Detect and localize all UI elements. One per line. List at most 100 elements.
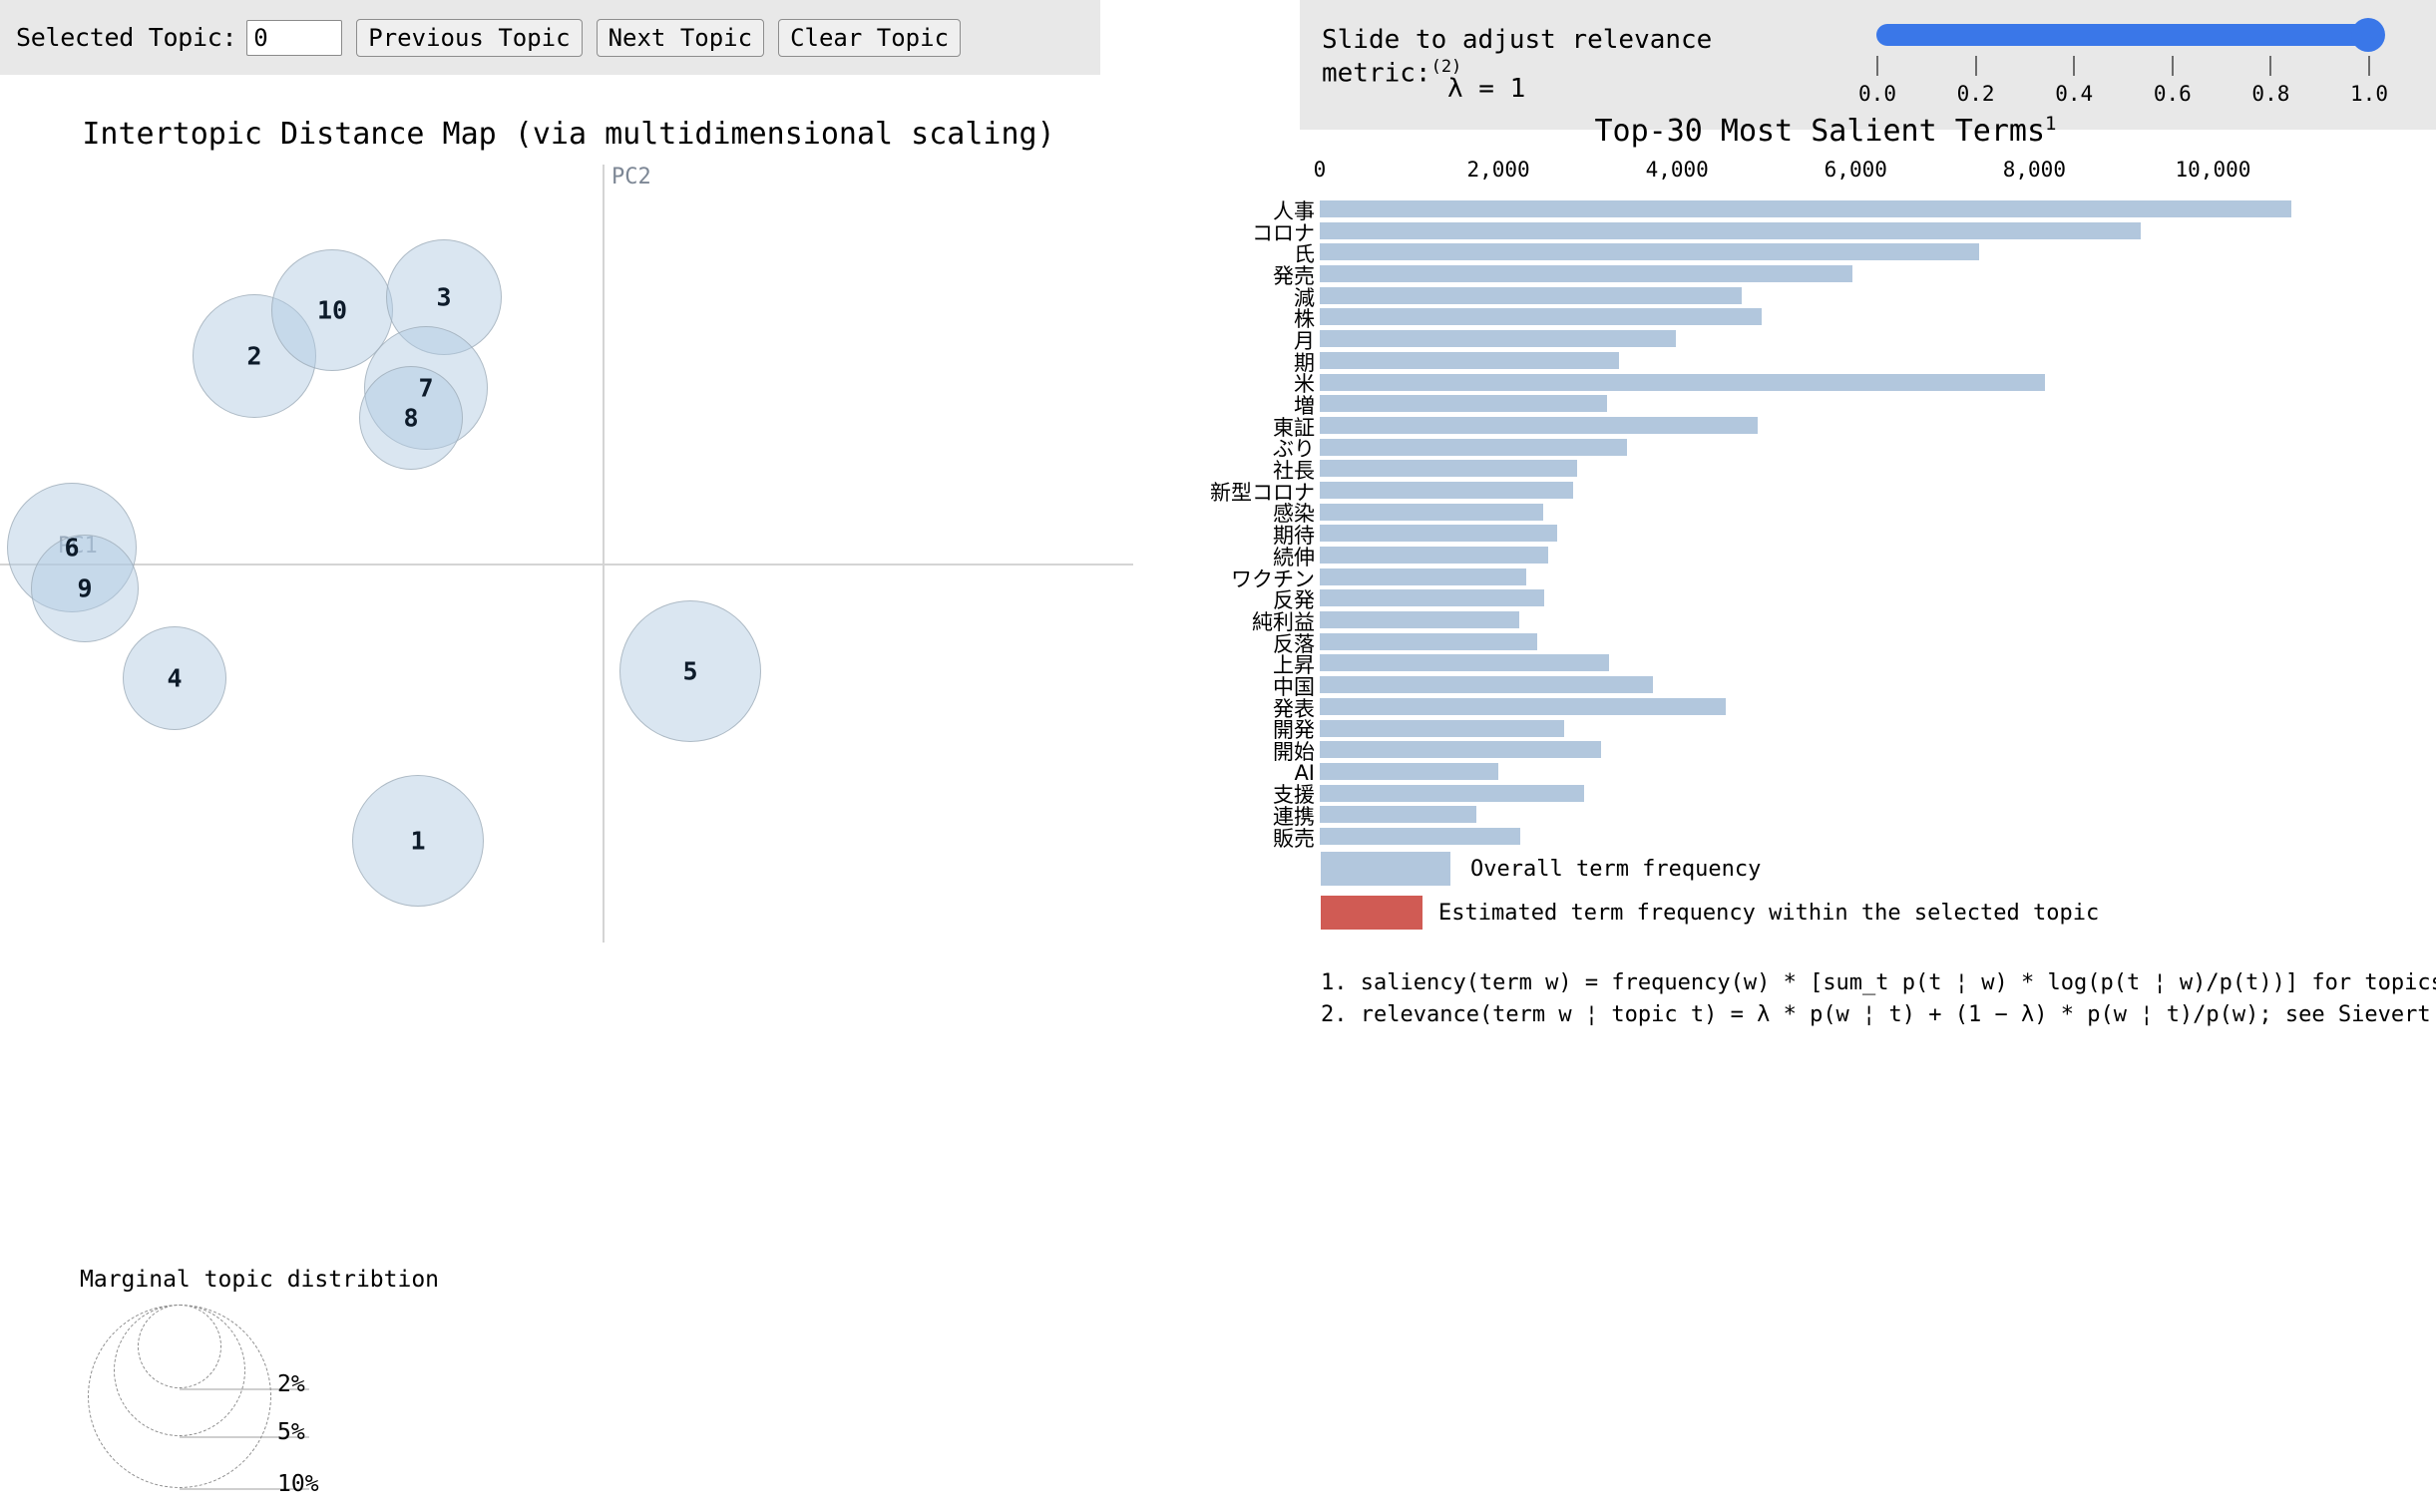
slider-handle[interactable]	[2351, 18, 2385, 52]
bar-row[interactable]: 新型コロナ	[1210, 481, 2436, 505]
bar-rect	[1320, 827, 1520, 845]
bar-rect	[1320, 676, 1653, 694]
bar-row[interactable]: 人事	[1217, 199, 2436, 223]
chart-footnotes: 1. saliency(term w) = frequency(w) * [su…	[1217, 967, 2436, 1031]
topic-bubble-label-5: 5	[682, 656, 698, 686]
legend-swatch-overall	[1321, 852, 1450, 886]
topic-bubble-label-6: 6	[64, 533, 80, 563]
slider-tick	[1876, 56, 1878, 76]
bar-row[interactable]: 減	[1217, 286, 2436, 310]
slider-tick	[2269, 56, 2272, 76]
bar-chart-rows: 人事 コロナ氏発売減株月期米増東証 ぶり 社長 新型コロナ 感染 期待 続伸 ワクチン 反発 純利益…	[1210, 199, 2436, 851]
bar-row[interactable]: 中国	[1217, 675, 2436, 699]
x-axis-tick-label: 0	[1313, 158, 1327, 182]
bar-row[interactable]: 続伸	[1217, 546, 2436, 569]
bar-rect	[1320, 589, 1544, 607]
bar-chart-title-superscript: 1	[2045, 113, 2057, 135]
bar-row[interactable]: 月	[1217, 329, 2436, 353]
bar-rect	[1320, 632, 1537, 650]
bar-rect	[1320, 265, 1852, 283]
marginal-legend-circle	[88, 1305, 271, 1488]
bar-rect	[1320, 351, 1619, 369]
bar-rect	[1320, 460, 1577, 478]
footnote-saliency: 1. saliency(term w) = frequency(w) * [su…	[1321, 970, 2436, 995]
topic-control-bar: Selected Topic: Previous Topic Next Topi…	[0, 0, 1100, 75]
bar-rect	[1320, 438, 1628, 456]
bar-row[interactable]: 上昇	[1217, 653, 2436, 677]
legend-label-selected-topic: Estimated term frequency within the sele…	[1438, 901, 2100, 926]
topic-bubble-label-8: 8	[403, 403, 419, 433]
bar-rect	[1320, 308, 1763, 326]
bar-row[interactable]: 東証	[1217, 416, 2436, 440]
bar-row[interactable]: 感染	[1217, 502, 2436, 526]
previous-topic-button[interactable]: Previous Topic	[356, 18, 583, 57]
topic-bubble-label-9: 9	[77, 573, 93, 603]
bar-chart-title-text: Top-30 Most Salient Terms	[1594, 114, 2046, 149]
bar-row[interactable]: ワクチン	[1217, 567, 2436, 591]
bar-row[interactable]: 氏	[1217, 242, 2436, 266]
legend-swatch-selected-topic	[1321, 896, 1422, 930]
bar-row[interactable]: 支援	[1217, 783, 2436, 807]
bar-row[interactable]: 反発	[1217, 588, 2436, 612]
topic-bubble-label-1: 1	[410, 826, 426, 856]
x-axis-tick-label: 10,000	[2175, 158, 2251, 182]
map-title: Intertopic Distance Map (via multidimens…	[82, 117, 1055, 152]
bar-row[interactable]: AI	[1217, 761, 2436, 785]
x-axis-tick-label: 4,000	[1645, 158, 1709, 182]
salient-terms-panel: Top-30 Most Salient Terms1 0 2,000 4,000 6,…	[1210, 95, 2436, 1512]
topic-bubble-label-4: 4	[167, 663, 183, 693]
x-axis-tick-label: 6,000	[1824, 158, 1887, 182]
pyldavis-visualization: Selected Topic: Previous Topic Next Topi…	[0, 0, 2436, 1512]
bar-rect	[1320, 762, 1499, 780]
x-axis-tick-label: 2,000	[1466, 158, 1530, 182]
pc2-axis-label: PC2	[611, 165, 651, 189]
bar-row[interactable]: 販売	[1217, 827, 2436, 851]
selected-topic-input[interactable]	[246, 19, 343, 56]
bar-chart-title: Top-30 Most Salient Terms1	[1317, 113, 2334, 149]
bar-row[interactable]: コロナ	[1217, 221, 2436, 245]
bar-rect	[1320, 481, 1574, 499]
marginal-legend-label: 2%	[277, 1371, 305, 1397]
bar-row[interactable]: 純利益	[1217, 610, 2436, 634]
bar-row[interactable]: 期	[1217, 351, 2436, 375]
bar-rect	[1320, 806, 1476, 824]
bar-row[interactable]: 米	[1217, 372, 2436, 396]
bar-row[interactable]: 開発	[1217, 718, 2436, 742]
bar-row[interactable]: 反落	[1217, 632, 2436, 656]
relevance-instruction-line2: metric:	[1322, 58, 1431, 89]
pc2-axis-line	[603, 165, 605, 943]
relevance-instruction-line1: Slide to adjust relevance	[1322, 25, 1713, 55]
slider-tick	[2171, 56, 2174, 76]
bar-rect	[1320, 697, 1726, 715]
bar-row[interactable]: 開始	[1217, 740, 2436, 764]
topic-bubble-label-2: 2	[246, 341, 262, 371]
next-topic-button[interactable]: Next Topic	[596, 18, 765, 57]
bar-row[interactable]: 社長	[1217, 459, 2436, 483]
marginal-topic-distribution-legend: Marginal topic distribtion 2% 5% 10%	[50, 1267, 469, 1512]
bar-chart-x-axis: 0 2,000 4,000 6,000 8,000 10,000	[1217, 158, 2436, 197]
bar-rect	[1320, 741, 1602, 759]
bar-rect	[1320, 330, 1677, 348]
bar-row[interactable]: 連携	[1217, 805, 2436, 829]
slider-track[interactable]	[1876, 24, 2371, 46]
bar-rect	[1320, 395, 1608, 413]
bar-row[interactable]: ぶり	[1217, 437, 2436, 461]
bar-rect	[1320, 567, 1526, 585]
bar-row[interactable]: 発売	[1217, 264, 2436, 288]
footnote-relevance: 2. relevance(term w ¦ topic t) = λ * p(w…	[1321, 1001, 2436, 1027]
bar-rect	[1320, 654, 1610, 672]
bar-rect	[1320, 525, 1558, 543]
bar-rect	[1320, 200, 2292, 217]
slider-tick	[2073, 56, 2076, 76]
bar-rect	[1320, 243, 1979, 261]
topic-bubble-label-10: 10	[316, 295, 348, 325]
bar-rect	[1320, 719, 1565, 737]
marginal-legend-label: 10%	[277, 1471, 319, 1497]
clear-topic-button[interactable]: Clear Topic	[778, 18, 962, 57]
bar-row[interactable]: 株	[1217, 307, 2436, 331]
bar-row[interactable]: 期待	[1217, 524, 2436, 548]
bar-row[interactable]: 発表	[1217, 697, 2436, 721]
intertopic-distance-map[interactable]: PC2 PC1 2 10 3 7 8 6 9 4 5 1	[0, 165, 1187, 943]
bar-row[interactable]: 増	[1217, 394, 2436, 418]
bar-rect	[1320, 286, 1742, 304]
